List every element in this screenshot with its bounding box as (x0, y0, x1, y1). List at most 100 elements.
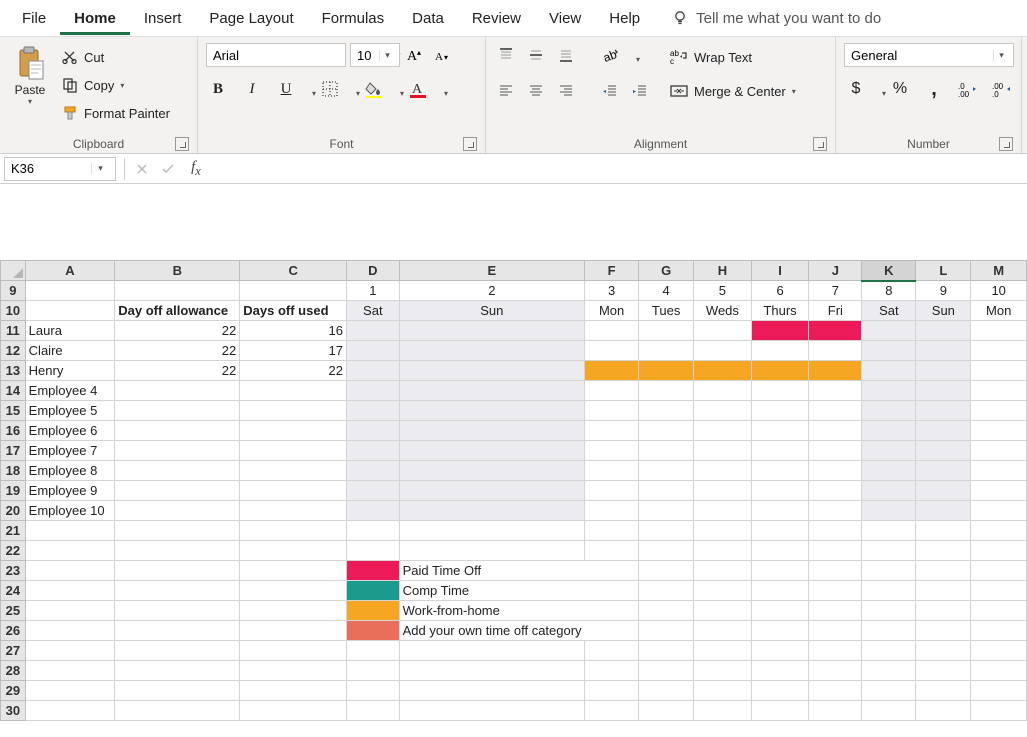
row-header-16[interactable]: 16 (1, 421, 26, 441)
cell-I12[interactable] (751, 341, 809, 361)
cell-I27[interactable] (751, 641, 809, 661)
wrap-text-button[interactable]: abc Wrap Text (666, 45, 800, 69)
cell-D10[interactable]: Sat (347, 301, 400, 321)
cell-D14[interactable] (347, 381, 400, 401)
cell-K14[interactable] (862, 381, 916, 401)
col-header-H[interactable]: H (694, 261, 752, 281)
cell-H27[interactable] (694, 641, 752, 661)
cell-D9[interactable]: 1 (347, 281, 400, 301)
cell-I20[interactable] (751, 501, 809, 521)
number-format-dropdown[interactable]: ▾ (993, 50, 1009, 61)
cell-F24[interactable] (585, 581, 639, 601)
cell-K21[interactable] (862, 521, 916, 541)
cell-M18[interactable] (971, 461, 1027, 481)
cell-J19[interactable] (809, 481, 862, 501)
cell-G22[interactable] (639, 541, 694, 561)
cell-K22[interactable] (862, 541, 916, 561)
cell-H10[interactable]: Weds (694, 301, 752, 321)
cell-E27[interactable] (399, 641, 584, 661)
cell-A20[interactable]: Employee 10 (25, 501, 115, 521)
cell-J25[interactable] (809, 601, 862, 621)
cell-L10[interactable]: Sun (916, 301, 971, 321)
cell-A15[interactable]: Employee 5 (25, 401, 115, 421)
cell-A23[interactable] (25, 561, 115, 581)
cell-E10[interactable]: Sun (399, 301, 584, 321)
cell-L14[interactable] (916, 381, 971, 401)
spreadsheet-grid[interactable]: ABCDEFGHIJKLM91234567891010Day off allow… (0, 260, 1027, 721)
col-header-M[interactable]: M (971, 261, 1027, 281)
cell-F17[interactable] (585, 441, 639, 461)
cell-J16[interactable] (809, 421, 862, 441)
cell-F14[interactable] (585, 381, 639, 401)
cell-D23[interactable] (347, 561, 400, 581)
align-top-button[interactable] (494, 43, 518, 67)
cell-J29[interactable] (809, 681, 862, 701)
cell-G27[interactable] (639, 641, 694, 661)
font-name-combo[interactable]: ▾ (206, 43, 346, 67)
decrease-indent-button[interactable] (598, 79, 622, 103)
cell-L21[interactable] (916, 521, 971, 541)
cell-B23[interactable] (115, 561, 240, 581)
cell-E12[interactable] (399, 341, 584, 361)
cell-M12[interactable] (971, 341, 1027, 361)
cell-D12[interactable] (347, 341, 400, 361)
cell-D21[interactable] (347, 521, 400, 541)
insert-function-button[interactable]: fx (181, 157, 207, 181)
cell-G20[interactable] (639, 501, 694, 521)
cell-C16[interactable] (240, 421, 347, 441)
formula-input[interactable] (207, 157, 1027, 181)
cell-K26[interactable] (862, 621, 916, 641)
font-dialog-launcher[interactable] (463, 137, 477, 151)
cell-D11[interactable] (347, 321, 400, 341)
increase-decimal-button[interactable]: .0.00 (956, 77, 980, 101)
cell-D28[interactable] (347, 661, 400, 681)
cell-H22[interactable] (694, 541, 752, 561)
cell-C13[interactable]: 22 (240, 361, 347, 381)
menu-file[interactable]: File (8, 2, 60, 35)
row-header-21[interactable]: 21 (1, 521, 26, 541)
cell-J13[interactable] (809, 361, 862, 381)
cell-H25[interactable] (694, 601, 752, 621)
cell-M15[interactable] (971, 401, 1027, 421)
cell-D24[interactable] (347, 581, 400, 601)
cell-K16[interactable] (862, 421, 916, 441)
row-header-14[interactable]: 14 (1, 381, 26, 401)
row-header-13[interactable]: 13 (1, 361, 26, 381)
cell-H18[interactable] (694, 461, 752, 481)
cell-M19[interactable] (971, 481, 1027, 501)
cell-A21[interactable] (25, 521, 115, 541)
cell-K18[interactable] (862, 461, 916, 481)
enter-formula-button[interactable] (155, 157, 181, 181)
cell-K15[interactable] (862, 401, 916, 421)
cell-J21[interactable] (809, 521, 862, 541)
cell-D13[interactable] (347, 361, 400, 381)
cell-J26[interactable] (809, 621, 862, 641)
cell-D15[interactable] (347, 401, 400, 421)
align-center-button[interactable] (524, 79, 548, 103)
cell-D20[interactable] (347, 501, 400, 521)
cell-D22[interactable] (347, 541, 400, 561)
cell-C25[interactable] (240, 601, 347, 621)
cell-E18[interactable] (399, 461, 584, 481)
cell-D29[interactable] (347, 681, 400, 701)
cell-E29[interactable] (399, 681, 584, 701)
cell-L30[interactable] (916, 701, 971, 721)
row-header-29[interactable]: 29 (1, 681, 26, 701)
cell-I24[interactable] (751, 581, 809, 601)
cell-J11[interactable] (809, 321, 862, 341)
cell-H21[interactable] (694, 521, 752, 541)
cell-F16[interactable] (585, 421, 639, 441)
cell-B29[interactable] (115, 681, 240, 701)
cell-E23[interactable]: Paid Time Off (399, 561, 584, 581)
cell-J23[interactable] (809, 561, 862, 581)
col-header-K[interactable]: K (862, 261, 916, 281)
cell-M27[interactable] (971, 641, 1027, 661)
cell-B13[interactable]: 22 (115, 361, 240, 381)
row-header-23[interactable]: 23 (1, 561, 26, 581)
row-header-22[interactable]: 22 (1, 541, 26, 561)
cell-L12[interactable] (916, 341, 971, 361)
font-size-input[interactable] (351, 48, 379, 63)
row-header-26[interactable]: 26 (1, 621, 26, 641)
cell-C21[interactable] (240, 521, 347, 541)
number-format-input[interactable] (845, 48, 993, 63)
